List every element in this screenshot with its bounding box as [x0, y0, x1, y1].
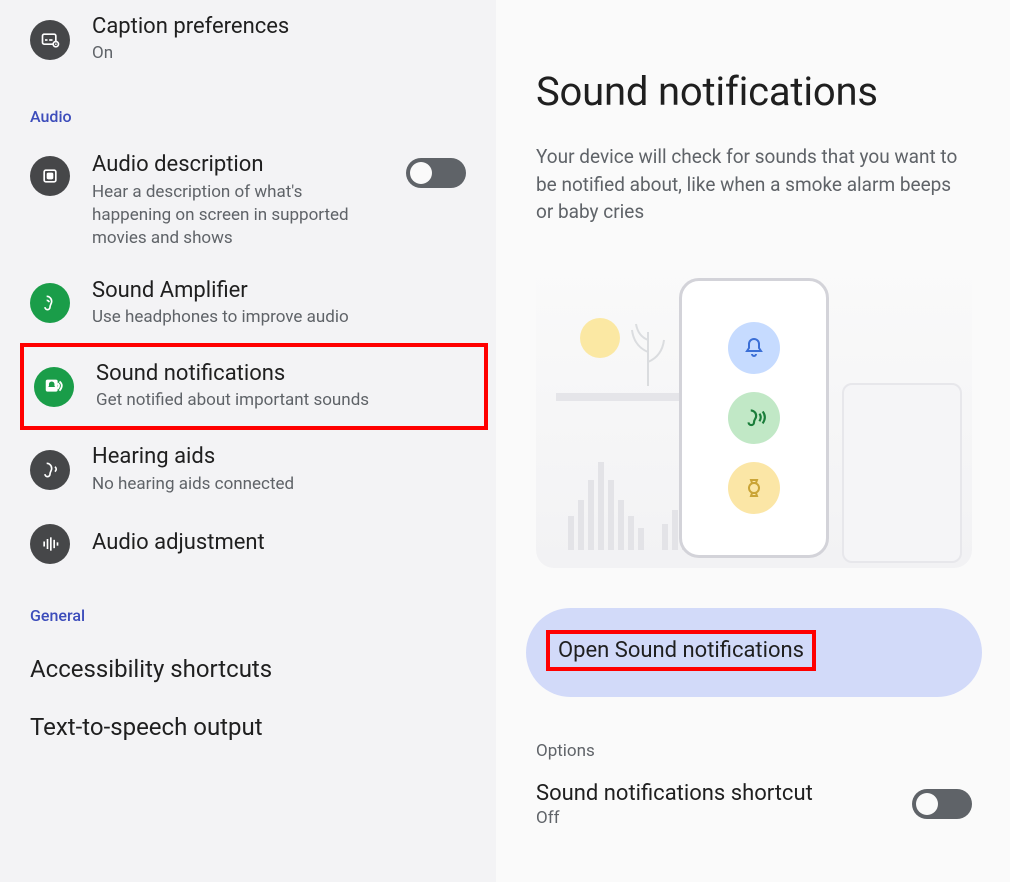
shortcut-sub: Off: [536, 808, 900, 828]
phone-frame: [679, 278, 829, 558]
hearing-aids-title: Hearing aids: [92, 444, 466, 470]
watch-icon: [728, 462, 780, 514]
caption-preferences-title: Caption preferences: [92, 14, 466, 40]
hearing-aids-icon: [30, 450, 70, 490]
audio-description-title: Audio description: [92, 152, 384, 178]
sun-icon: [580, 318, 620, 358]
caption-preferences-sub: On: [92, 42, 466, 65]
ear-wave-icon: [728, 392, 780, 444]
sound-amplifier-title: Sound Amplifier: [92, 278, 466, 304]
sound-amplifier-item[interactable]: Sound Amplifier Use headphones to improv…: [0, 264, 496, 343]
caption-preferences-item[interactable]: Caption preferences On: [0, 0, 496, 79]
audio-description-sub: Hear a description of what's happening o…: [92, 181, 384, 250]
audio-adjustment-item[interactable]: Audio adjustment: [0, 510, 496, 578]
sound-amplifier-sub: Use headphones to improve audio: [92, 306, 466, 329]
sound-notifications-icon: [34, 367, 74, 407]
sound-notifications-highlight: Sound notifications Get notified about i…: [20, 343, 488, 430]
settings-list: Caption preferences On Audio Audio descr…: [0, 0, 498, 882]
furniture-shape: [842, 383, 962, 563]
open-sound-notifications-button[interactable]: Open Sound notifications: [526, 608, 982, 697]
sound-notifications-shortcut-item[interactable]: Sound notifications shortcut Off: [498, 761, 1010, 828]
accessibility-shortcuts-item[interactable]: Accessibility shortcuts: [0, 637, 496, 701]
plant-icon: [618, 312, 678, 388]
audio-adjustment-title: Audio adjustment: [92, 530, 466, 556]
audio-description-toggle[interactable]: [406, 158, 466, 188]
ear-icon: [30, 283, 70, 323]
open-button-highlight: Open Sound notifications: [546, 630, 816, 671]
sound-notifications-title: Sound notifications: [96, 361, 472, 387]
illustration-card: [536, 258, 972, 568]
audio-description-icon: [30, 156, 70, 196]
sound-notifications-sub: Get notified about important sounds: [96, 389, 472, 412]
section-header-audio: Audio: [0, 79, 496, 138]
sound-notifications-item[interactable]: Sound notifications Get notified about i…: [24, 347, 478, 426]
shelf-shape: [556, 393, 696, 401]
options-header: Options: [498, 697, 1010, 761]
bell-icon: [728, 322, 780, 374]
page-description: Your device will check for sounds that y…: [498, 115, 1010, 226]
text-to-speech-item[interactable]: Text-to-speech output: [0, 701, 496, 759]
page-title: Sound notifications: [498, 0, 1010, 115]
detail-pane: Sound notifications Your device will che…: [498, 0, 1010, 882]
section-header-general: General: [0, 578, 496, 637]
hearing-aids-sub: No hearing aids connected: [92, 473, 466, 496]
shortcut-title: Sound notifications shortcut: [536, 781, 900, 806]
audio-description-item[interactable]: Audio description Hear a description of …: [0, 138, 496, 263]
equalizer-icon: [30, 524, 70, 564]
caption-icon: [30, 20, 70, 60]
hearing-aids-item[interactable]: Hearing aids No hearing aids connected: [0, 430, 496, 509]
open-button-label: Open Sound notifications: [558, 638, 804, 663]
shortcut-toggle[interactable]: [912, 789, 972, 819]
